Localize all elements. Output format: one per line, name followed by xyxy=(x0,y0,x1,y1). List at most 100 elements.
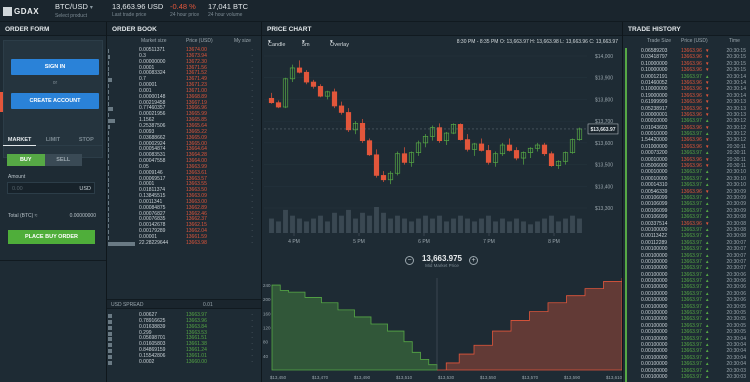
depth-bar xyxy=(108,154,109,159)
volume-bar xyxy=(577,218,582,233)
candle-body xyxy=(464,139,471,150)
create-account-button[interactable]: CREATE ACCOUNT xyxy=(11,93,99,109)
mid-price-label: Mid Market Price xyxy=(425,263,459,268)
trade-row: 0.00100000 13663.97 ▲ 20:30:03 xyxy=(623,374,750,380)
depth-y-tick: 200 xyxy=(263,297,271,302)
volume-bar xyxy=(402,218,407,233)
depth-x-tick: $13,470 xyxy=(312,375,329,380)
y-tick-label: $13,500 xyxy=(595,163,613,169)
sign-in-button[interactable]: SIGN IN xyxy=(11,59,99,75)
volume-bar xyxy=(367,215,372,233)
volume-bar xyxy=(542,218,547,233)
my-size: - xyxy=(251,239,253,246)
gdax-logo[interactable]: GDAX xyxy=(3,4,39,18)
chart-toolbar: Candle ▾ 5m ▾ Overlay ▾ 8:30 PM - 8:35 P… xyxy=(262,36,622,48)
change-value: -0.48 % xyxy=(170,2,196,11)
x-tick-label: 5 PM xyxy=(353,239,365,245)
col-trade-price: Price (USD) xyxy=(681,38,708,44)
tab-market[interactable]: MARKET xyxy=(3,134,37,146)
depth-bar xyxy=(108,236,109,240)
y-tick-label: $13,600 xyxy=(595,141,613,147)
chevron-down-icon: ▾ xyxy=(89,5,93,11)
bid-price: 13660.00 xyxy=(186,358,207,365)
amount-label: Amount xyxy=(8,174,26,180)
place-buy-order-button[interactable]: PLACE BUY ORDER xyxy=(8,230,95,244)
volume-bar xyxy=(360,212,365,233)
gdax-app: GDAX BTC/USD ▾ Select product 13,663.96 U… xyxy=(0,0,750,382)
order-book-title: ORDER BOOK xyxy=(107,22,261,36)
total-row: Total (BTC) ≈ 0.00000000 xyxy=(8,213,96,219)
volume-bar xyxy=(549,215,554,233)
x-tick-label: 8 PM xyxy=(548,239,560,245)
or-divider: or xyxy=(52,80,58,86)
volume-bar xyxy=(430,218,435,233)
candle-select[interactable]: Candle ▾ xyxy=(268,39,285,48)
tab-limit[interactable]: LIMIT xyxy=(36,134,70,146)
volume-bar xyxy=(528,224,533,233)
product-selector[interactable]: BTC/USD ▾ Select product xyxy=(55,3,93,20)
volume-bar xyxy=(500,218,505,233)
change-label: 24 hour price xyxy=(170,12,200,18)
candlestick-chart[interactable]: $14,000$13,900$13,800$13,700$13,600$13,5… xyxy=(262,48,622,246)
candle-body xyxy=(373,154,380,176)
current-price-label: $13,663.97 xyxy=(590,127,615,133)
trade-history-title: TRADE HISTORY xyxy=(623,22,750,36)
volume-bar xyxy=(416,218,421,233)
sell-toggle[interactable]: SELL xyxy=(44,154,82,166)
col-my-size: My size xyxy=(234,38,251,44)
x-tick-label: 4 PM xyxy=(288,239,300,245)
mid-market-price: − 13,663.975 Mid Market Price + xyxy=(262,254,622,274)
order-book-bid-row[interactable]: 0.0002 13660.00 - xyxy=(107,358,261,366)
zoom-in-button[interactable]: + xyxy=(469,256,478,265)
candle-body xyxy=(436,127,443,142)
volume-bar xyxy=(486,215,491,233)
depth-x-tick: $13,570 xyxy=(522,375,539,380)
buy-toggle[interactable]: BUY xyxy=(7,154,45,166)
tab-stop[interactable]: STOP xyxy=(69,134,103,146)
trade-size: 0.00100000 xyxy=(641,373,668,380)
overlay-select[interactable]: Overlay ▾ xyxy=(330,39,349,48)
depth-bar xyxy=(108,72,109,77)
depth-bar xyxy=(108,189,109,194)
volume-bar xyxy=(283,209,288,233)
depth-bar xyxy=(108,95,109,100)
depth-x-tick: $13,530 xyxy=(438,375,455,380)
depth-bar xyxy=(108,113,109,118)
depth-bar xyxy=(108,136,109,141)
volume-bar xyxy=(318,215,323,233)
candle-body xyxy=(317,86,324,97)
amount-currency: USD xyxy=(79,186,91,192)
candle-body xyxy=(268,97,275,104)
volume-bar xyxy=(290,215,295,233)
volume-stat: 17,041 BTC 24 hour volume xyxy=(208,3,248,19)
depth-x-tick: $13,610 xyxy=(606,375,622,380)
depth-x-tick: $13,510 xyxy=(396,375,413,380)
mid-price-value: 13,663.975 xyxy=(421,254,463,263)
candle-body xyxy=(338,105,345,113)
depth-chart[interactable]: 240 200 160 120 80 40 $13,450 $13,470 $13,490 $13… xyxy=(262,274,622,382)
candle-body xyxy=(401,153,408,163)
y-tick-label: $13,300 xyxy=(595,206,613,212)
trade-history-header: Trade Size Price (USD) Time xyxy=(623,38,750,46)
volume-bar xyxy=(556,221,561,233)
depth-bar xyxy=(108,148,109,153)
zoom-out-button[interactable]: − xyxy=(405,256,414,265)
depth-bar xyxy=(108,60,109,65)
candle-body xyxy=(457,124,464,140)
depth-bar xyxy=(108,319,112,324)
depth-bar xyxy=(108,49,109,53)
depth-bar xyxy=(108,325,112,330)
amount-input[interactable]: 0.00 USD xyxy=(7,182,95,194)
volume-bar xyxy=(388,218,393,233)
order-book-ask-row[interactable]: 22.28229644 13663.98 - xyxy=(107,239,261,247)
volume-label: 24 hour volume xyxy=(208,12,243,18)
interval-select[interactable]: 5m ▾ xyxy=(302,39,310,48)
depth-bar xyxy=(108,218,109,223)
bid-size: 0.0002 xyxy=(139,358,155,365)
y-tick-label: $13,900 xyxy=(595,76,613,82)
candle-body xyxy=(478,143,485,151)
volume-bar xyxy=(458,215,463,233)
last-price-value: 13,663.96 USD xyxy=(112,2,164,11)
depth-bar xyxy=(108,337,112,342)
volume-bar xyxy=(451,218,456,233)
